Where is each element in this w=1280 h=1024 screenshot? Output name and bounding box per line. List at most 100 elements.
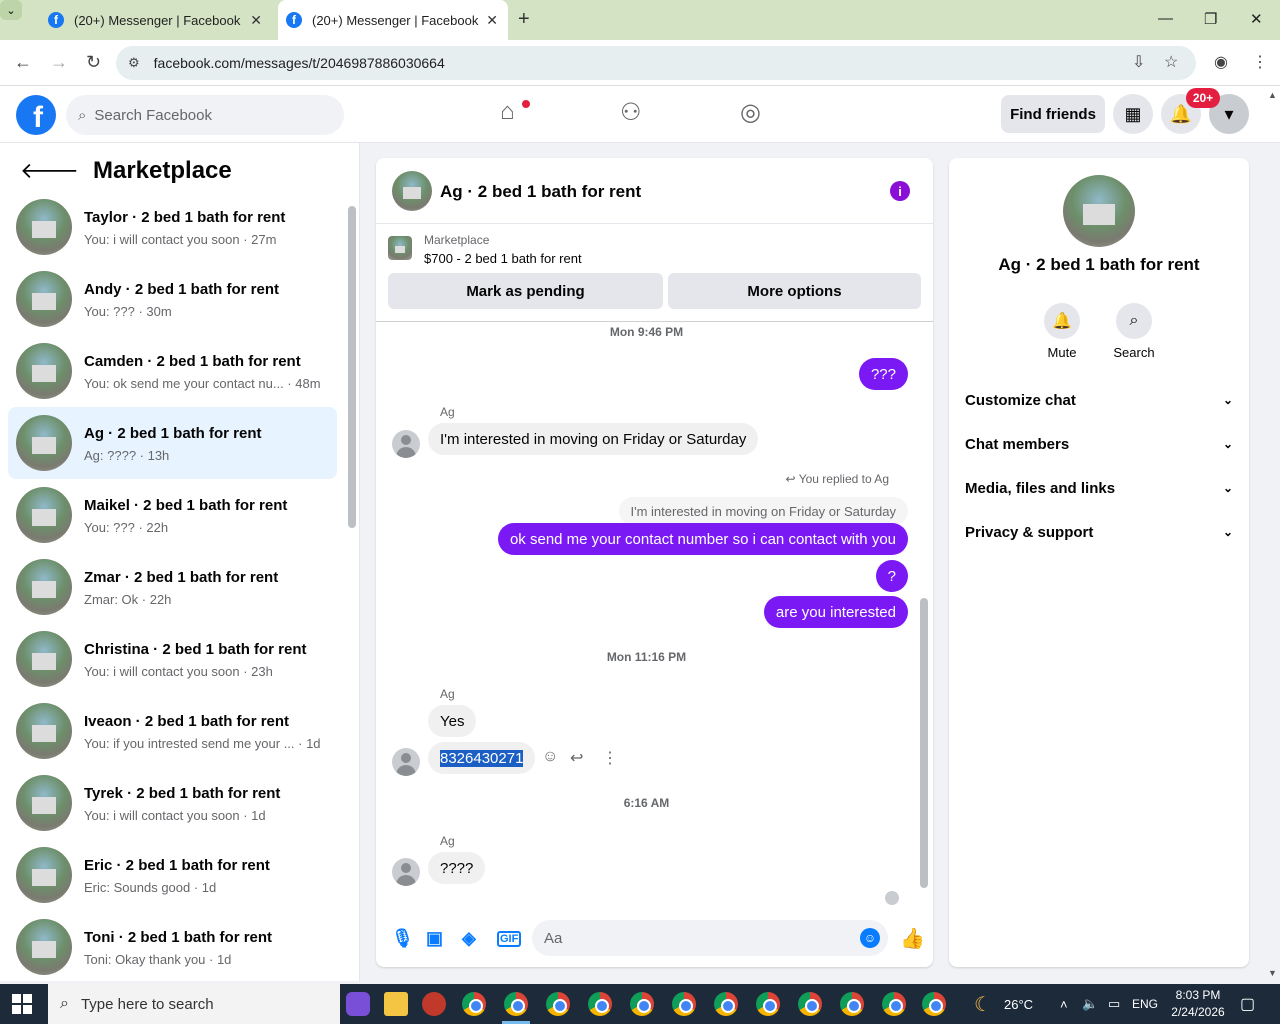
outgoing-message[interactable]: are you interested — [763, 596, 908, 628]
page-scroll-up-arrow[interactable]: ▲ — [1268, 90, 1277, 100]
url-bar[interactable]: ⚙ facebook.com/messages/t/20469878860306… — [116, 46, 1196, 80]
conversation-item[interactable]: Toni · 2 bed 1 bath for rent Toni: Okay t… — [8, 911, 337, 983]
app-icon[interactable] — [422, 992, 446, 1016]
profile-avatar[interactable] — [1063, 175, 1135, 247]
attach-photo-icon[interactable]: ▣ — [426, 928, 443, 949]
weather-moon-icon[interactable]: ☾ — [974, 984, 992, 1024]
site-info-icon[interactable]: ⚙ — [128, 55, 140, 71]
volume-icon[interactable]: 🔈 — [1082, 984, 1098, 1024]
chrome-icon[interactable] — [798, 992, 822, 1016]
incoming-message[interactable]: Yes — [428, 705, 477, 737]
reply-icon[interactable]: ↩ — [570, 748, 583, 768]
chrome-icon[interactable] — [588, 992, 612, 1016]
temperature[interactable]: 26°C — [1004, 984, 1033, 1024]
chrome-icon[interactable] — [546, 992, 570, 1016]
tray-overflow-icon[interactable]: ˄ — [1060, 984, 1068, 1024]
taskbar-clock[interactable]: 8:03 PM 2/24/2026 — [1158, 987, 1238, 1021]
info-icon[interactable]: i — [890, 181, 910, 201]
close-window-icon[interactable]: ✕ — [1250, 10, 1263, 28]
chrome-icon[interactable] — [630, 992, 654, 1016]
windows-start-icon[interactable] — [12, 994, 32, 1014]
incoming-message[interactable]: I'm interested in moving on Friday or Sa… — [428, 423, 759, 455]
restore-icon[interactable]: ❐ — [1204, 10, 1217, 28]
customize-chat-row[interactable]: Customize chat ⌄ — [965, 385, 1233, 415]
conversation-item[interactable]: Camden · 2 bed 1 bath for rent You: ok se… — [8, 335, 337, 407]
chrome-icon[interactable] — [714, 992, 738, 1016]
notification-center-icon[interactable]: ▢ — [1240, 984, 1255, 1024]
chat-title[interactable]: Ag · 2 bed 1 bath for rent — [440, 182, 641, 202]
chrome-icon[interactable] — [672, 992, 696, 1016]
privacy-support-row[interactable]: Privacy & support ⌄ — [965, 517, 1233, 547]
conversation-item[interactable]: Eric · 2 bed 1 bath for rent Eric: Sounds… — [8, 839, 337, 911]
selected-text[interactable]: 8326430271 — [440, 749, 524, 767]
groups-icon[interactable]: ◎ — [740, 98, 761, 127]
conversation-item[interactable]: Taylor · 2 bed 1 bath for rent You: i wil… — [8, 191, 337, 263]
conversation-item[interactable]: Christina · 2 bed 1 bath for rent You: i … — [8, 623, 337, 695]
reply-quote[interactable]: I'm interested in moving on Friday or Sa… — [618, 497, 908, 525]
profile-icon[interactable]: ◉ — [1214, 52, 1228, 72]
more-options-button[interactable]: More options — [668, 273, 921, 309]
sender-avatar[interactable] — [392, 748, 420, 776]
chrome-icon[interactable] — [840, 992, 864, 1016]
tab-search-button[interactable]: ⌄ — [0, 0, 22, 20]
browser-tab-1[interactable]: f (20+) Messenger | Facebook ✕ — [40, 0, 272, 40]
file-explorer-icon[interactable] — [384, 992, 408, 1016]
listing-price[interactable]: $700 - 2 bed 1 bath for rent — [424, 251, 582, 266]
microphone-icon[interactable]: 🎙 — [391, 928, 414, 949]
conversation-item[interactable]: Tyrek · 2 bed 1 bath for rent You: i will… — [8, 767, 337, 839]
conversation-item[interactable]: Zmar · 2 bed 1 bath for rent Zmar: Ok · 2… — [8, 551, 337, 623]
search-button[interactable]: ⌕ Search — [1104, 303, 1164, 360]
facebook-search-input[interactable]: ⌕ Search Facebook — [66, 95, 344, 135]
outgoing-message[interactable]: ??? — [858, 358, 908, 390]
conversation-item[interactable]: Maikel · 2 bed 1 bath for rent You: ??? ·… — [8, 479, 337, 551]
language-indicator[interactable]: ENG — [1132, 984, 1158, 1024]
mute-button[interactable]: 🔔 Mute — [1032, 303, 1092, 360]
chat-members-row[interactable]: Chat members ⌄ — [965, 429, 1233, 459]
menu-grid-icon[interactable]: ▦ — [1113, 94, 1153, 134]
browser-menu-icon[interactable]: ⋮ — [1252, 52, 1268, 72]
friends-icon[interactable]: ⚇ — [620, 98, 642, 127]
copilot-icon[interactable] — [346, 992, 370, 1016]
media-files-links-row[interactable]: Media, files and links ⌄ — [965, 473, 1233, 503]
back-arrow-icon[interactable]: 🡐 — [20, 158, 79, 184]
home-icon[interactable]: ⌂ — [500, 98, 515, 126]
network-icon[interactable]: ▭ — [1108, 984, 1120, 1024]
facebook-logo-icon[interactable]: f — [16, 95, 56, 135]
incoming-message-phone-number[interactable]: 8326430271 — [428, 742, 536, 774]
new-tab-button[interactable]: + — [518, 8, 530, 31]
emoji-icon[interactable]: ☺ — [860, 928, 880, 948]
taskbar-search-input[interactable]: ⌕ Type here to search — [48, 984, 340, 1024]
sticker-icon[interactable]: ◈ — [462, 928, 476, 949]
outgoing-message[interactable]: ok send me your contact number so i can … — [497, 523, 908, 555]
forward-arrow-icon[interactable]: → — [50, 52, 68, 73]
chrome-icon[interactable] — [756, 992, 780, 1016]
chrome-icon[interactable] — [922, 992, 946, 1016]
chrome-icon[interactable] — [882, 992, 906, 1016]
react-emoji-icon[interactable]: ☺ — [542, 748, 558, 766]
mark-as-pending-button[interactable]: Mark as pending — [388, 273, 663, 309]
chat-avatar[interactable] — [392, 171, 432, 211]
conversation-item[interactable]: Andy · 2 bed 1 bath for rent You: ??? · 3… — [8, 263, 337, 335]
chat-scrollbar[interactable] — [920, 598, 928, 888]
chrome-icon[interactable] — [504, 992, 528, 1016]
gif-icon[interactable]: GIF — [497, 931, 522, 947]
outgoing-message[interactable]: ? — [875, 560, 908, 592]
message-input[interactable]: Aa — [532, 920, 888, 956]
conversation-item[interactable]: Iveaon · 2 bed 1 bath for rent You: if yo… — [8, 695, 337, 767]
close-tab-icon[interactable]: ✕ — [250, 12, 262, 29]
page-scroll-down-arrow[interactable]: ▼ — [1268, 968, 1277, 978]
incoming-message[interactable]: ???? — [428, 852, 486, 884]
conversation-list-scrollbar[interactable] — [348, 206, 356, 528]
listing-thumbnail[interactable] — [388, 236, 412, 260]
install-app-icon[interactable]: ⇩ — [1132, 52, 1145, 72]
minimize-icon[interactable]: — — [1158, 10, 1173, 27]
conversation-item[interactable]: Ag · 2 bed 1 bath for rent Ag: ???? · 13h — [8, 407, 337, 479]
reload-icon[interactable]: ↻ — [86, 52, 101, 73]
close-tab-icon[interactable]: ✕ — [486, 12, 498, 29]
sender-avatar[interactable] — [392, 430, 420, 458]
more-actions-icon[interactable]: ⋮ — [602, 748, 618, 768]
find-friends-button[interactable]: Find friends — [1001, 95, 1105, 133]
sender-avatar[interactable] — [392, 858, 420, 886]
bookmark-star-icon[interactable]: ☆ — [1164, 52, 1178, 72]
chrome-icon[interactable] — [462, 992, 486, 1016]
